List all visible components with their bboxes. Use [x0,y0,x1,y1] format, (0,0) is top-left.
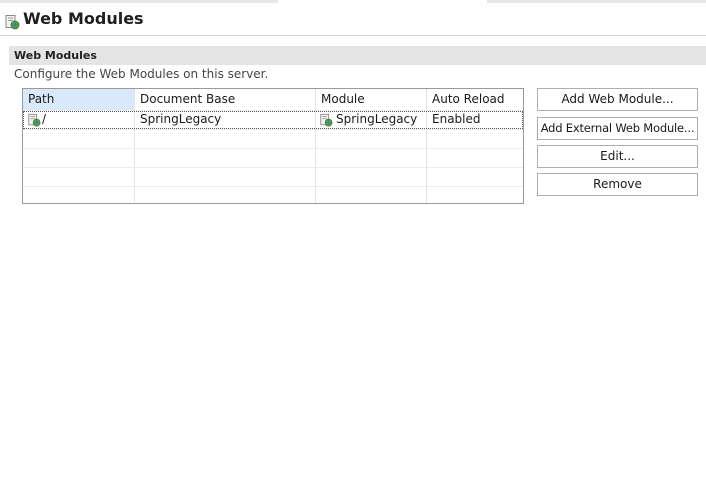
page-title: Web Modules [23,9,144,28]
editor-tab-strip-right [487,0,706,3]
column-header-auto-reload[interactable]: Auto Reload [427,89,523,110]
column-header-path[interactable]: Path [23,89,134,110]
page-header: Web Modules [0,6,706,36]
web-modules-table[interactable]: Path Document Base Module Auto Reload / … [22,88,524,204]
row-divider [23,129,523,130]
column-header-module[interactable]: Module [316,89,426,110]
cell-path: / [42,112,47,126]
row-divider [23,148,523,149]
section-header[interactable]: Web Modules [9,46,706,65]
cell-auto-reload: Enabled [432,112,481,126]
web-module-icon [320,113,333,127]
section-description: Configure the Web Modules on this server… [14,67,269,81]
editor-tab-strip [0,0,706,3]
cell-document-base: SpringLegacy [140,112,222,126]
web-module-icon [5,15,20,30]
editor-tab-strip-left [0,0,278,3]
row-divider [23,167,523,168]
cell-module: SpringLegacy [336,112,418,126]
add-external-web-module-button[interactable]: Add External Web Module... [537,117,698,140]
section-title: Web Modules [14,49,97,62]
remove-button[interactable]: Remove [537,173,698,196]
add-web-module-button[interactable]: Add Web Module... [537,88,698,111]
web-module-icon [28,113,41,127]
edit-button[interactable]: Edit... [537,145,698,168]
row-divider [23,186,523,187]
column-header-document-base[interactable]: Document Base [135,89,315,110]
